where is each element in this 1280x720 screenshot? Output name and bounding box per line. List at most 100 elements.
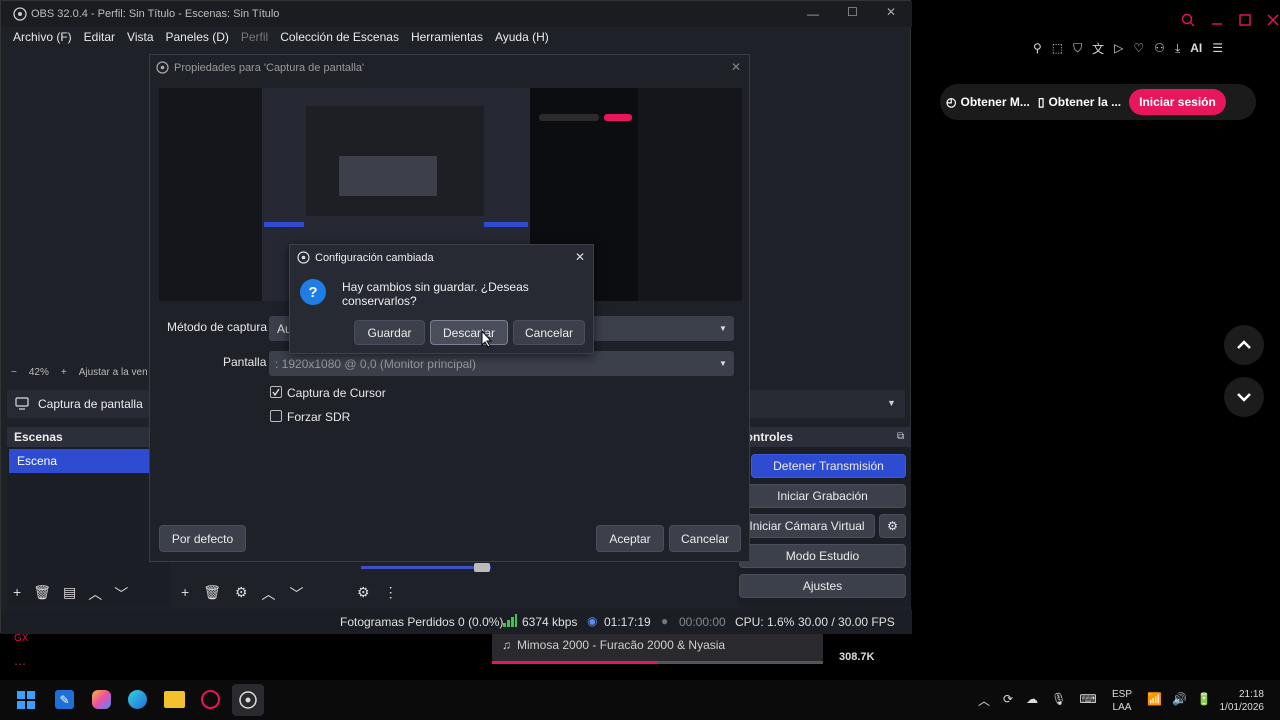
start-record-button[interactable]: Iniciar Grabación (739, 484, 906, 508)
search-icon[interactable] (1181, 13, 1195, 27)
pill-get-music[interactable]: ◴ Obtener M... (946, 95, 1030, 109)
zoom-in-button[interactable]: + (61, 367, 67, 378)
properties-cancel-button[interactable]: Cancelar (669, 525, 741, 552)
move-down-icon[interactable]: ﹀ (114, 584, 128, 604)
scroll-down-button[interactable] (1224, 377, 1264, 417)
properties-close-icon[interactable]: ✕ (731, 60, 741, 74)
menu-editar[interactable]: Editar (84, 30, 115, 44)
tray-chevron-up-icon[interactable]: ︿ (978, 692, 990, 709)
preview-inner-control (484, 222, 528, 227)
stop-stream-button[interactable]: Detener Transmisión (751, 454, 906, 478)
accept-button[interactable]: Aceptar (596, 525, 664, 552)
file-explorer-icon[interactable] (164, 691, 185, 708)
menu-ayuda[interactable]: Ayuda (H) (495, 30, 549, 44)
delete-source-icon[interactable]: 🗑 (203, 584, 221, 604)
fit-window-label[interactable]: Ajustar a la ven (79, 367, 148, 378)
menu-perfil[interactable]: Perfil (241, 30, 268, 44)
screen-select[interactable]: : 1920x1080 @ 0,0 (Monitor principal) ▼ (269, 351, 734, 376)
ai-button[interactable]: AI (1190, 41, 1202, 55)
pill-get-app[interactable]: ▯ Obtener la ... (1038, 95, 1121, 109)
progress-bar[interactable] (492, 661, 823, 664)
obs-maximize-icon[interactable]: ☐ (847, 5, 858, 19)
confirm-cancel-button[interactable]: Cancelar (513, 320, 585, 345)
preview-inner-login (604, 114, 632, 121)
source-dropdown-icon[interactable]: ▼ (887, 398, 896, 408)
bitrate: 6374 kbps (522, 615, 578, 629)
download-icon[interactable]: ⤓ (1175, 41, 1180, 56)
add-source-icon[interactable]: + (181, 584, 189, 604)
settings-button[interactable]: Ajustes (739, 574, 906, 598)
more-icon[interactable]: ⋯ (14, 657, 26, 671)
browser-pills: ◴ Obtener M... ▯ Obtener la ... Iniciar se… (940, 84, 1256, 120)
copilot-icon[interactable] (92, 690, 111, 709)
sync-icon[interactable]: ⟳ (1003, 692, 1013, 709)
cloud-icon[interactable]: ☁ (1026, 692, 1038, 709)
menu-archivo[interactable]: Archivo (F) (13, 30, 72, 44)
dock-float-icon[interactable]: ⧉ (897, 431, 904, 442)
wifi-icon[interactable]: 📶 (1147, 692, 1162, 706)
play-icon[interactable]: ▷ (1114, 41, 1123, 55)
zoom-out-button[interactable]: − (11, 367, 17, 378)
filter-scene-icon[interactable]: ▤ (63, 584, 76, 604)
volume-handle[interactable] (474, 563, 490, 572)
clock-time: 21:18 (1238, 689, 1264, 700)
shield-icon[interactable]: ⛉ (1073, 41, 1082, 56)
studio-mode-button[interactable]: Modo Estudio (739, 544, 906, 568)
heart-icon[interactable]: ♡ (1133, 41, 1144, 55)
minimize-icon[interactable] (1211, 14, 1223, 26)
virtual-cam-settings-button[interactable]: ⚙ (879, 514, 906, 538)
confirm-close-icon[interactable]: ✕ (575, 250, 585, 264)
obs-taskbar-icon[interactable] (232, 684, 264, 716)
capture-cursor-checkbox[interactable] (270, 386, 282, 398)
obs-minimize-icon[interactable]: — (807, 7, 819, 21)
stream-icon: ◉ (587, 614, 598, 628)
clock[interactable]: 21:18 1/01/2026 (1216, 688, 1265, 714)
menu-vista[interactable]: Vista (127, 30, 153, 44)
delete-scene-icon[interactable]: 🗑 (33, 584, 51, 604)
browser-window: ⚲ ⬚ ⛉ 文 ▷ ♡ ⚇ ⤓ AI ☰ ◴ Obtener M... ▯ Obte… (911, 0, 1280, 680)
move-up-icon[interactable]: ︿ (88, 584, 102, 604)
crop-icon[interactable]: ⬚ (1052, 41, 1063, 55)
obs-close-icon[interactable]: ✕ (886, 5, 896, 19)
capture-method-chevron-icon: ▼ (719, 324, 727, 333)
login-button[interactable]: Iniciar sesión (1129, 89, 1226, 115)
system-tray: 📶 🔊 🔋 (1147, 692, 1212, 706)
scene-item-escena[interactable]: Escena (9, 449, 169, 473)
volume-slider[interactable] (361, 563, 491, 572)
fps: 30.00 / 30.00 FPS (798, 615, 895, 629)
maximize-icon[interactable] (1239, 14, 1251, 26)
menu-icon[interactable]: ☰ (1212, 41, 1223, 55)
now-playing-bar[interactable]: ♫ Mimosa 2000 - Furacão 2000 & Nyasia (492, 630, 823, 664)
save-button[interactable]: Guardar (354, 320, 425, 345)
start-icon[interactable] (17, 691, 35, 709)
account-icon[interactable]: ⚇ (1154, 41, 1165, 55)
close-icon[interactable] (1267, 14, 1279, 26)
pin-icon[interactable]: ⚲ (1033, 41, 1042, 55)
force-sdr-checkbox[interactable] (270, 410, 282, 422)
screen-value: : 1920x1080 @ 0,0 (Monitor principal) (275, 357, 476, 371)
menu-herramientas[interactable]: Herramientas (411, 30, 483, 44)
mixer-settings-icon[interactable]: ⚙ (357, 584, 370, 601)
defaults-button[interactable]: Por defecto (159, 525, 246, 552)
edge-icon[interactable] (128, 690, 147, 709)
volume-icon[interactable]: 🔊 (1172, 692, 1187, 706)
scenes-header: Escenas (7, 427, 169, 447)
mixer-more-icon[interactable]: ⋮ (384, 584, 398, 601)
menu-coleccion[interactable]: Colección de Escenas (280, 30, 399, 44)
app-editor-icon[interactable]: ✎ (55, 690, 74, 709)
menu-paneles[interactable]: Paneles (D) (166, 30, 229, 44)
keyboard-icon[interactable]: ⌨ (1079, 692, 1096, 709)
add-scene-icon[interactable]: + (13, 584, 21, 604)
scroll-up-button[interactable] (1224, 325, 1264, 365)
microphone-icon[interactable]: 🎙 (1051, 692, 1066, 709)
language-indicator[interactable]: ESP LAA (1112, 688, 1132, 714)
source-up-icon[interactable]: ︿ (262, 584, 276, 604)
active-source-name: Captura de pantalla (38, 397, 143, 411)
source-down-icon[interactable]: ﹀ (290, 584, 304, 604)
battery-icon[interactable]: 🔋 (1197, 692, 1212, 706)
virtual-cam-button[interactable]: Iniciar Cámara Virtual (739, 514, 875, 538)
discard-button[interactable]: Descartar (430, 320, 508, 345)
opera-gx-icon[interactable] (201, 690, 220, 709)
source-settings-icon[interactable]: ⚙ (235, 584, 248, 604)
translate-icon[interactable]: 文 (1092, 40, 1104, 57)
